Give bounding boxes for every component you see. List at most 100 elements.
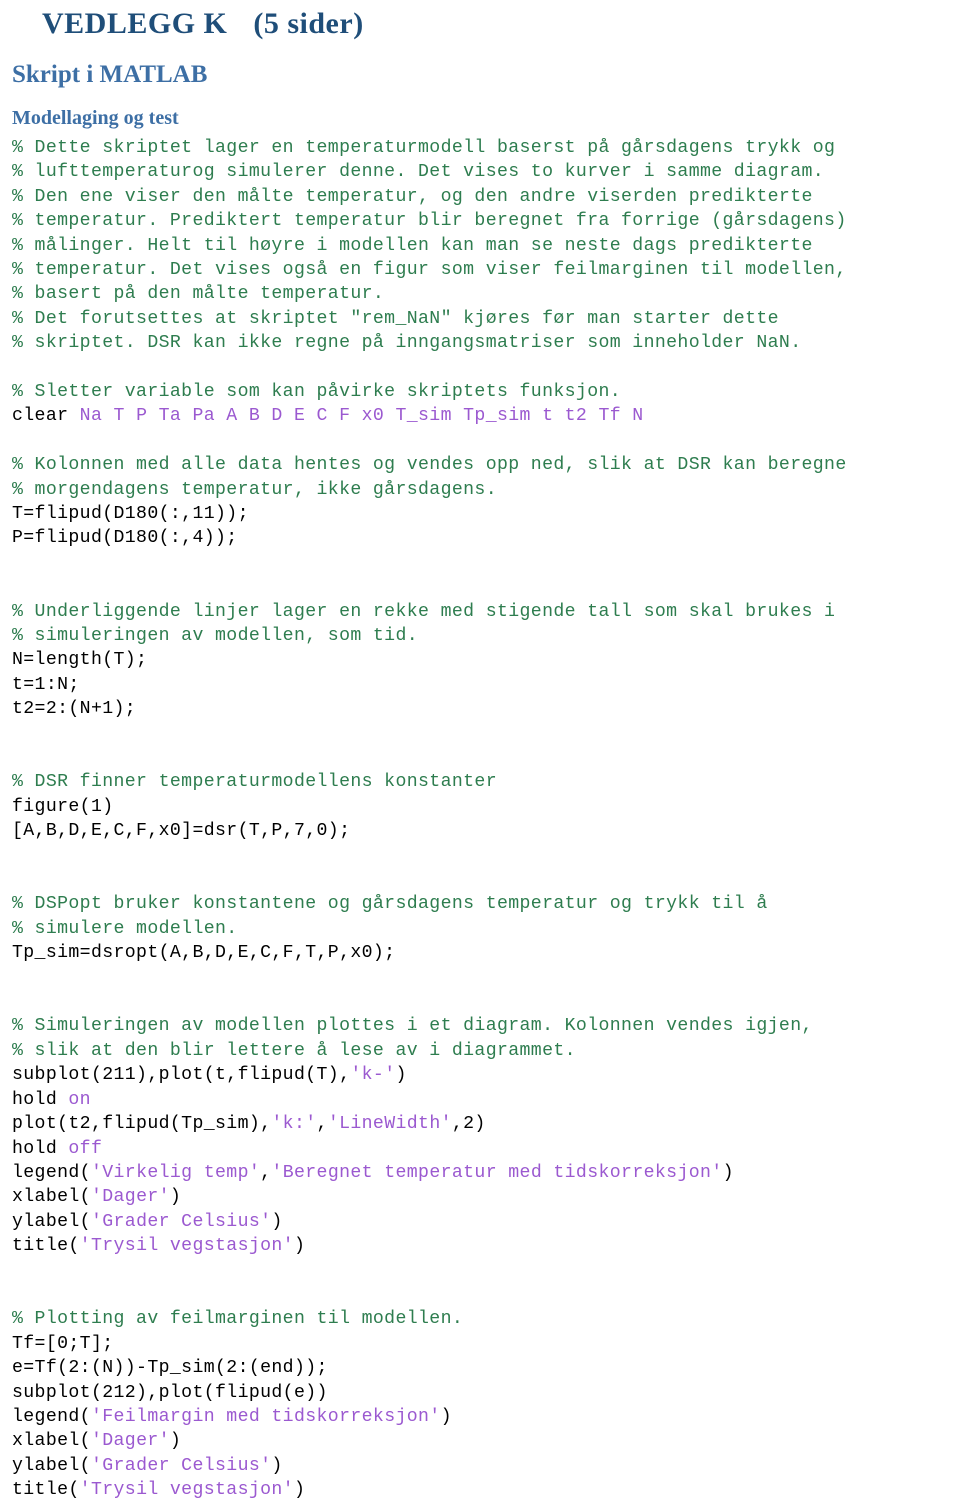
code-token-comment: % temperatur. Det vises også en figur so… bbox=[12, 260, 847, 281]
code-token-plain: plot(t2,flipud(Tp_sim), bbox=[12, 1114, 272, 1135]
code-line: % Plotting av feilmarginen til modellen. bbox=[12, 1307, 950, 1331]
code-token-plain: P=flipud(D180(:,4)); bbox=[12, 528, 238, 549]
code-line: % morgendagens temperatur, ikke gårsdage… bbox=[12, 478, 950, 502]
code-line: hold off bbox=[12, 1137, 950, 1161]
code-token-string: 'Dager' bbox=[90, 1431, 170, 1452]
code-line: P=flipud(D180(:,4)); bbox=[12, 526, 950, 550]
code-token-comment: % simulere modellen. bbox=[12, 918, 238, 939]
appendix-heading: VEDLEGG K (5 sider) bbox=[8, 0, 950, 42]
code-line: e=Tf(2:(N))-Tp_sim(2:(end)); bbox=[12, 1356, 950, 1380]
code-token-comment: % Sletter variable som kan påvirke skrip… bbox=[12, 382, 622, 403]
code-token-plain: xlabel( bbox=[12, 1187, 91, 1208]
code-token-plain: ) bbox=[440, 1406, 452, 1427]
code-token-comment: % morgendagens temperatur, ikke gårsdage… bbox=[12, 479, 497, 500]
code-token-plain: Tf=[0;T]; bbox=[12, 1333, 114, 1354]
code-token-plain: title( bbox=[12, 1236, 80, 1257]
code-token-plain: legend( bbox=[12, 1162, 91, 1183]
code-line: legend('Virkelig temp','Beregnet tempera… bbox=[12, 1161, 950, 1185]
code-token-string: 'Feilmargin med tidskorreksjon' bbox=[90, 1406, 441, 1427]
code-token-string: 'Beregnet temperatur med tidskorreksjon' bbox=[271, 1162, 723, 1183]
code-token-plain: [A,B,D,E,C,F,x0]=dsr(T,P,7,0); bbox=[12, 821, 351, 842]
code-line: % skriptet. DSR kan ikke regne på inngan… bbox=[12, 331, 950, 355]
code-token-comment: % temperatur. Prediktert temperatur blir… bbox=[12, 211, 847, 232]
code-line: legend('Feilmargin med tidskorreksjon') bbox=[12, 1405, 950, 1429]
code-token-comment: % Simuleringen av modellen plottes i et … bbox=[12, 1016, 813, 1037]
code-token-comment: % målinger. Helt til høyre i modellen ka… bbox=[12, 235, 813, 256]
code-token-kw: on bbox=[68, 1089, 91, 1110]
code-token-string: 'LineWidth' bbox=[327, 1114, 452, 1135]
code-line: % Sletter variable som kan påvirke skrip… bbox=[12, 380, 950, 404]
code-token-plain: title( bbox=[12, 1480, 80, 1501]
code-token-string: 'Trysil vegstasjon' bbox=[79, 1480, 294, 1501]
code-line: % simuleringen av modellen, som tid. bbox=[12, 624, 950, 648]
code-line: [A,B,D,E,C,F,x0]=dsr(T,P,7,0); bbox=[12, 819, 950, 843]
code-token-comment: % Dette skriptet lager en temperaturmode… bbox=[12, 138, 836, 158]
code-line: title('Trysil vegstasjon') bbox=[12, 1234, 950, 1258]
code-token-plain: ) bbox=[722, 1162, 734, 1183]
code-token-plain: ,2) bbox=[451, 1114, 486, 1135]
code-line: % DSPopt bruker konstantene og gårsdagen… bbox=[12, 892, 950, 916]
appendix-page-count: (5 sider) bbox=[253, 7, 364, 40]
code-token-plain: ) bbox=[271, 1455, 283, 1476]
code-token-plain: ) bbox=[293, 1236, 306, 1257]
code-token-string: 'Dager' bbox=[90, 1187, 170, 1208]
code-token-comment: % lufttemperaturog simulerer denne. Det … bbox=[12, 162, 825, 183]
code-token-plain: e=Tf(2:(N))-Tp_sim(2:(end)); bbox=[12, 1358, 328, 1379]
code-token-comment: % Underliggende linjer lager en rekke me… bbox=[12, 601, 836, 622]
code-token-plain: t2=2:(N+1); bbox=[12, 699, 137, 720]
code-token-comment: % simuleringen av modellen, som tid. bbox=[12, 626, 419, 647]
code-token-plain: T=flipud(D180(:,11)); bbox=[12, 504, 249, 525]
code-token-comment: % Det forutsettes at skriptet "rem_NaN" … bbox=[12, 308, 779, 329]
code-line: subplot(212),plot(flipud(e)) bbox=[12, 1381, 950, 1405]
code-token-plain: N=length(T); bbox=[12, 650, 148, 671]
code-token-string: 'k:' bbox=[271, 1114, 317, 1135]
matlab-code-block: % Dette skriptet lager en temperaturmode… bbox=[8, 136, 950, 1503]
code-line: xlabel('Dager') bbox=[12, 1185, 950, 1209]
code-line: % DSR finner temperaturmodellens konstan… bbox=[12, 770, 950, 794]
code-token-var: Na T P Ta Pa A B D E C F x0 T_sim Tp_sim… bbox=[79, 406, 644, 427]
code-token-string: 'k-' bbox=[350, 1065, 396, 1086]
code-token-plain: ) bbox=[271, 1211, 283, 1232]
subsection-heading: Modellaging og test bbox=[12, 107, 179, 129]
code-line: T=flipud(D180(:,11)); bbox=[12, 502, 950, 526]
code-token-plain: ) bbox=[293, 1480, 306, 1501]
code-token-plain: , bbox=[260, 1162, 272, 1183]
code-line: ylabel('Grader Celsius') bbox=[12, 1210, 950, 1234]
code-line: ylabel('Grader Celsius') bbox=[12, 1454, 950, 1478]
code-token-comment: % Den ene viser den målte temperatur, og… bbox=[12, 186, 813, 207]
code-token-kw: off bbox=[68, 1138, 103, 1159]
document-page: VEDLEGG K (5 sider) Skript i MATLAB Model… bbox=[0, 0, 960, 1500]
code-token-string: 'Trysil vegstasjon' bbox=[79, 1236, 294, 1257]
code-token-plain: subplot(211),plot(t,flipud(T), bbox=[12, 1065, 351, 1086]
code-line: xlabel('Dager') bbox=[12, 1429, 950, 1453]
code-token-comment: % DSR finner temperaturmodellens konstan… bbox=[12, 772, 497, 793]
code-token-string: 'Grader Celsius' bbox=[90, 1211, 272, 1232]
code-line: clear Na T P Ta Pa A B D E C F x0 T_sim … bbox=[12, 404, 950, 428]
code-token-plain: hold bbox=[12, 1089, 69, 1110]
code-token-comment: % slik at den blir lettere å lese av i d… bbox=[12, 1040, 576, 1061]
code-token-comment: % skriptet. DSR kan ikke regne på inngan… bbox=[12, 333, 802, 354]
code-line: % Underliggende linjer lager en rekke me… bbox=[12, 600, 950, 624]
code-token-comment: % Plotting av feilmarginen til modellen. bbox=[12, 1309, 464, 1330]
code-line: % basert på den målte temperatur. bbox=[12, 282, 950, 306]
code-line: % Kolonnen med alle data hentes og vende… bbox=[12, 453, 950, 477]
code-token-plain: ) bbox=[169, 1187, 182, 1208]
code-token-plain: ylabel( bbox=[12, 1211, 91, 1232]
code-line: % Dette skriptet lager en temperaturmode… bbox=[12, 136, 950, 160]
code-token-comment: % DSPopt bruker konstantene og gårsdagen… bbox=[12, 894, 768, 915]
code-token-comment: % Kolonnen med alle data hentes og vende… bbox=[12, 455, 847, 476]
code-line: title('Trysil vegstasjon') bbox=[12, 1478, 950, 1502]
code-token-plain: , bbox=[316, 1114, 328, 1135]
code-token-plain: legend( bbox=[12, 1406, 91, 1427]
